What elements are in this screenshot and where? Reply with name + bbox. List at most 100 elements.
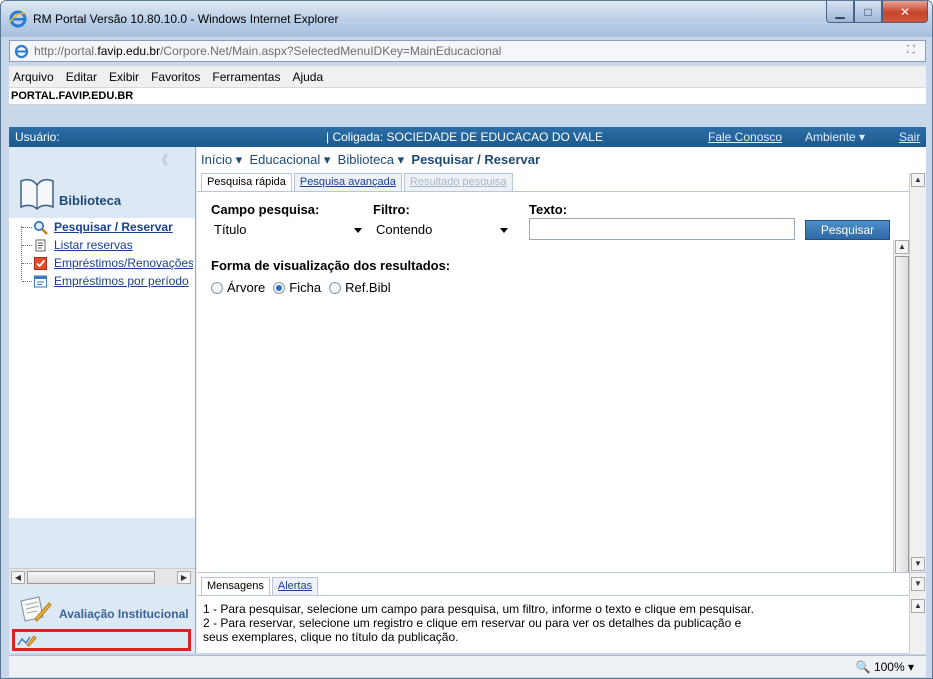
tree-branch: [22, 263, 32, 264]
inner-vertical-scrollbar[interactable]: ▲ ▼: [893, 240, 909, 602]
fale-conosco-link[interactable]: Fale Conosco: [708, 130, 782, 144]
campo-pesquisa-label: Campo pesquisa:: [211, 202, 320, 217]
ie-page-icon: [14, 44, 29, 59]
coligada-label: | Coligada: SOCIEDADE DE EDUCACAO DO VAL…: [326, 130, 603, 144]
filtro-value: Contendo: [376, 222, 433, 237]
tree-branch: [22, 281, 32, 282]
messages-tabs: Mensagens Alertas: [201, 577, 320, 595]
checklist-icon: [34, 256, 47, 270]
messages-scrollbar[interactable]: ▼ ▲: [909, 573, 926, 654]
breadcrumb-educacional[interactable]: Educacional ▾: [249, 152, 330, 167]
menu-ferramentas[interactable]: Ferramentas: [212, 70, 280, 84]
url-text[interactable]: http://portal.favip.edu.br/Corpore.Net/M…: [34, 44, 501, 58]
menu-ajuda[interactable]: Ajuda: [292, 70, 323, 84]
calendar-icon: [34, 275, 47, 287]
breadcrumb-current: Pesquisar / Reservar: [411, 152, 541, 167]
content-vertical-scrollbar[interactable]: ▲ ▼: [909, 173, 926, 573]
chevron-down-icon[interactable]: ▼: [911, 577, 925, 591]
user-label: Usuário:: [15, 130, 60, 144]
ambiente-menu[interactable]: Ambiente ▾: [805, 130, 865, 144]
address-bar[interactable]: http://portal.favip.edu.br/Corpore.Net/M…: [9, 40, 926, 62]
left-navigation-panel: 《 Biblioteca Pesquisar / Reservar Listar…: [9, 147, 196, 653]
tab-pesquisa-avancada[interactable]: Pesquisa avançada: [293, 173, 402, 191]
tab-resultado-pesquisa: Resultado pesquisa: [403, 173, 513, 191]
left-horizontal-scrollbar[interactable]: ◀ ▶: [9, 568, 195, 585]
search-tabs: Pesquisa rápida Pesquisa avançada Result…: [201, 173, 515, 191]
filtro-select[interactable]: Contendo: [373, 220, 513, 240]
texto-label: Texto:: [529, 202, 568, 217]
collapse-panel-icon[interactable]: 《: [156, 151, 168, 168]
radio-ref-bibl-label[interactable]: Ref.Bibl: [345, 280, 391, 295]
radio-arvore[interactable]: [211, 281, 223, 294]
view-mode-radios: Árvore Ficha Ref.Bibl: [211, 280, 399, 295]
menu-bar: Arquivo Editar Exibir Favoritos Ferramen…: [9, 66, 926, 88]
title-bar: RM Portal Versão 10.80.10.0 - Windows In…: [1, 1, 932, 37]
menu-editar[interactable]: Editar: [66, 70, 97, 84]
book-icon: [20, 178, 54, 211]
minimize-button[interactable]: ▁: [826, 1, 854, 23]
close-button[interactable]: ✕: [882, 1, 928, 23]
filtro-label: Filtro:: [373, 202, 410, 217]
maximize-button[interactable]: □: [854, 1, 882, 23]
tab-pesquisa-rapida[interactable]: Pesquisa rápida: [201, 173, 292, 191]
nav-item-emprestimos-por-periodo[interactable]: Empréstimos por período: [33, 272, 193, 290]
nav-item-emprestimos-renovacoes[interactable]: Empréstimos/Renovações: [33, 254, 193, 272]
view-mode-label: Forma de visualização dos resultados:: [211, 258, 451, 273]
ie-logo-icon: [9, 10, 27, 28]
nav-item-listar-reservas[interactable]: Listar reservas: [33, 236, 193, 254]
tree-branch: [22, 245, 32, 246]
nav-label[interactable]: Pesquisar / Reservar: [54, 220, 173, 234]
main-content: Início ▾ Educacional ▾ Biblioteca ▾ Pesq…: [197, 147, 926, 654]
compatibility-view-icon[interactable]: ⛶: [907, 44, 921, 58]
menu-arquivo[interactable]: Arquivo: [13, 70, 54, 84]
texto-input[interactable]: [529, 218, 795, 240]
pencil-icon[interactable]: [17, 633, 37, 647]
menu-favoritos[interactable]: Favoritos: [151, 70, 200, 84]
pesquisar-button[interactable]: Pesquisar: [805, 220, 890, 240]
navigation-list: Pesquisar / Reservar Listar reservas Emp…: [9, 218, 195, 518]
evaluation-document-icon: [20, 596, 52, 622]
search-form: Campo pesquisa: Filtro: Texto: Título Co…: [197, 191, 909, 602]
list-reservations-icon: [35, 239, 46, 251]
breadcrumb-biblioteca[interactable]: Biblioteca ▾: [338, 152, 405, 167]
chevron-down-icon: [500, 228, 508, 233]
scroll-right-arrow-icon[interactable]: ▶: [177, 571, 191, 584]
scroll-up-arrow-icon[interactable]: ▲: [895, 240, 909, 254]
radio-ref-bibl[interactable]: [329, 281, 342, 294]
window-title: RM Portal Versão 10.80.10.0 - Windows In…: [33, 12, 339, 26]
sair-link[interactable]: Sair: [899, 130, 920, 144]
scroll-up-arrow-icon[interactable]: ▲: [911, 173, 925, 187]
zoom-control[interactable]: 🔍 100% ▾: [856, 660, 914, 674]
radio-arvore-label[interactable]: Árvore: [227, 280, 265, 295]
scroll-thumb[interactable]: [27, 571, 155, 584]
menu-exibir[interactable]: Exibir: [109, 70, 139, 84]
tab-mensagens[interactable]: Mensagens: [201, 577, 270, 595]
nav-label[interactable]: Empréstimos/Renovações: [54, 256, 193, 270]
scroll-thumb[interactable]: [895, 256, 909, 576]
chevron-down-icon: [354, 228, 362, 233]
tree-branch: [22, 227, 32, 228]
left-bottom-strip: [9, 627, 195, 653]
tab-alertas[interactable]: Alertas: [271, 577, 319, 595]
portal-top-bar: Usuário: | Coligada: SOCIEDADE DE EDUCAC…: [9, 127, 926, 147]
highlight-box: [12, 629, 191, 651]
window-controls: ▁ □ ✕: [826, 1, 928, 23]
biblioteca-header[interactable]: Biblioteca: [9, 169, 195, 217]
nav-item-pesquisar-reservar[interactable]: Pesquisar / Reservar: [33, 218, 193, 236]
scroll-up-arrow-icon[interactable]: ▲: [911, 599, 925, 613]
campo-pesquisa-select[interactable]: Título: [211, 220, 367, 240]
scroll-left-arrow-icon[interactable]: ◀: [11, 571, 25, 584]
breadcrumb: Início ▾ Educacional ▾ Biblioteca ▾ Pesq…: [201, 152, 540, 168]
search-icon: [34, 220, 48, 235]
avaliacao-institucional-header[interactable]: Avaliação Institucional: [9, 587, 195, 627]
scroll-down-arrow-icon[interactable]: ▼: [911, 557, 925, 571]
tree-line: [21, 226, 22, 280]
breadcrumb-inicio[interactable]: Início ▾: [201, 152, 242, 167]
messages-body: 1 - Para pesquisar, selecione um campo p…: [197, 595, 909, 654]
radio-ficha[interactable]: [273, 281, 286, 294]
campo-pesquisa-value: Título: [214, 222, 247, 237]
messages-panel: Mensagens Alertas 1 - Para pesquisar, se…: [197, 572, 926, 654]
radio-ficha-label[interactable]: Ficha: [289, 280, 321, 295]
nav-label[interactable]: Empréstimos por período: [54, 274, 189, 288]
nav-label[interactable]: Listar reservas: [54, 238, 133, 252]
